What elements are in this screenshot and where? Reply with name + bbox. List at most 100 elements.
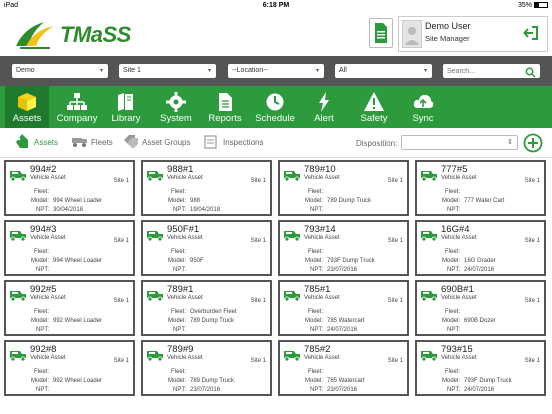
logout-icon [523, 26, 538, 40]
dump-truck-icon [283, 168, 301, 187]
fleet-label: Fleet: [33, 369, 49, 375]
documents-button[interactable] [369, 18, 393, 48]
subtab-assets-label: Assets [34, 138, 59, 147]
asset-npt: 30/04/2018 [53, 207, 84, 213]
logo-swoosh-icon [16, 22, 54, 49]
fleet-label: Fleet: [444, 189, 460, 195]
asset-card[interactable]: 992#8 Vehicle Asset Site 1 Fleet: Model: 992 … [4, 340, 135, 396]
asset-card[interactable]: 789#10 Vehicle Asset Site 1 Fleet: Model: 789… [278, 160, 409, 216]
dump-truck-icon [9, 228, 27, 247]
asset-card[interactable]: 789#1 Vehicle Asset Site 1 Fleet: Overburden… [141, 280, 272, 336]
asset-card[interactable]: 690B#1 Vehicle Asset Site 1 Fleet: Model: 690… [415, 280, 546, 336]
asset-card[interactable]: 793#15 Vehicle Asset Site 1 Fleet: Model: 793… [415, 340, 546, 396]
model-label: Model: [167, 318, 186, 324]
nav-label: Alert [314, 113, 334, 124]
nav-schedule[interactable]: Schedule [251, 86, 299, 128]
add-asset-button[interactable] [523, 133, 543, 158]
search-icon[interactable] [525, 65, 536, 83]
asset-name: 994#3 [30, 224, 57, 235]
asset-card[interactable]: 950F#1 Vehicle Asset Site 1 Fleet: Model: 950… [141, 220, 272, 276]
asset-type: Vehicle Asset [167, 355, 203, 361]
model-label: Model: [167, 378, 186, 384]
nav-label: Assets [12, 113, 42, 124]
site-select[interactable]: Site 1 ▾ [119, 64, 216, 78]
user-profile[interactable]: Demo User Site Manager [398, 16, 548, 52]
asset-card[interactable]: 793#14 Vehicle Asset Site 1 Fleet: Model: 793… [278, 220, 409, 276]
chevron-updown-icon: ⇕ [507, 139, 513, 146]
asset-type: Vehicle Asset [30, 355, 66, 361]
asset-name: 777#5 [441, 164, 468, 175]
subtab-asset-groups[interactable]: Asset Groups [124, 135, 191, 148]
asset-site: Site 1 [524, 298, 540, 304]
asset-npt: 24/07/2016 [327, 327, 358, 333]
org-chart-icon [67, 93, 87, 110]
asset-card[interactable]: 777#5 Vehicle Asset Site 1 Fleet: Model: 777 … [415, 160, 546, 216]
dump-truck-icon [420, 348, 438, 367]
asset-card[interactable]: 994#3 Vehicle Asset Site 1 Fleet: Model: 994 … [4, 220, 135, 276]
model-label: Model: [30, 378, 49, 384]
avatar [402, 20, 422, 48]
asset-model-row: Model: 994 Wheel Loader [31, 258, 102, 264]
fleet-label: Fleet: [307, 249, 323, 255]
inspection-icon [204, 135, 217, 149]
nav-company[interactable]: Company [54, 86, 100, 128]
asset-site: Site 1 [387, 358, 403, 364]
asset-fleet: Overburden Fleet [190, 309, 237, 315]
nav-safety[interactable]: Safety [352, 86, 396, 128]
npt-label: NPT: [172, 387, 186, 393]
asset-card[interactable]: 785#1 Vehicle Asset Site 1 Fleet: Model: 785 … [278, 280, 409, 336]
asset-type: Vehicle Asset [304, 175, 340, 181]
subtab-asset-groups-label: Asset Groups [142, 138, 191, 147]
logout-button[interactable] [523, 25, 539, 46]
asset-model-row: Model: 777 Water Cart [442, 198, 504, 204]
subtab-assets[interactable]: Assets [16, 134, 59, 148]
subtab-inspections[interactable]: Inspections [204, 135, 263, 149]
asset-model-row: Model: 789 Dump Truck [305, 198, 371, 204]
asset-npt-row: NPT: 23/07/2016 [310, 267, 357, 273]
asset-card[interactable]: 789#9 Vehicle Asset Site 1 Fleet: Model: 789 … [141, 340, 272, 396]
report-icon [219, 93, 232, 111]
npt-label: NPT: [446, 327, 460, 333]
fleet-label: Fleet: [33, 189, 49, 195]
asset-card[interactable]: 785#2 Vehicle Asset Site 1 Fleet: Model: 785 … [278, 340, 409, 396]
category-select-value: All [339, 67, 347, 74]
nav-system[interactable]: System [154, 86, 198, 128]
model-label: Model: [30, 318, 49, 324]
asset-card[interactable]: 994#2 Vehicle Asset Site 1 Fleet: Model: 994 … [4, 160, 135, 216]
clock: 6:18 PM [262, 2, 290, 9]
fleet-label: Fleet: [307, 189, 323, 195]
nav-library[interactable]: Library [104, 86, 148, 128]
page-indicator[interactable] [0, 406, 552, 414]
asset-card[interactable]: 992#5 Vehicle Asset Site 1 Fleet: Model: 992 … [4, 280, 135, 336]
app-header: TMaSS Demo User Site Manager [0, 12, 552, 56]
asset-name: 789#10 [304, 164, 336, 175]
asset-card[interactable]: 988#1 Vehicle Asset Site 1 Fleet: Model: 988 N… [141, 160, 272, 216]
asset-model: 994 Wheel Loader [53, 198, 103, 204]
asset-site: Site 1 [524, 178, 540, 184]
location-select[interactable]: --Location-- ▾ [228, 64, 324, 78]
subtab-fleets[interactable]: Fleets [72, 138, 113, 147]
asset-card[interactable]: 16G#4 Vehicle Asset Site 1 Fleet: Model: 16G … [415, 220, 546, 276]
disposition-select[interactable]: ⇕ [401, 135, 518, 150]
asset-fleet-row: Fleet: Overburden Fleet [171, 309, 237, 315]
location-select-value: --Location-- [232, 67, 268, 74]
category-select[interactable]: All ▾ [335, 64, 432, 78]
nav-reports[interactable]: Reports [203, 86, 247, 128]
dump-truck-icon [420, 288, 438, 307]
fleet-label: Fleet: [170, 249, 186, 255]
nav-sync[interactable]: Sync [402, 86, 444, 128]
asset-model-row: Model: 793F Dump Truck [305, 258, 375, 264]
model-label: Model: [441, 258, 460, 264]
asset-model-row: Model: 789 Dump Truck [168, 378, 234, 384]
nav-alert[interactable]: Alert [303, 86, 345, 128]
company-select[interactable]: Demo ▾ [12, 64, 108, 78]
model-label: Model: [30, 198, 49, 204]
tmass-logo: TMaSS [14, 18, 131, 50]
fleet-trucks-icon [72, 138, 87, 147]
nav-label: Sync [412, 113, 434, 124]
battery-status: 35% [518, 2, 548, 9]
nav-assets[interactable]: Assets [5, 86, 49, 128]
asset-type: Vehicle Asset [30, 295, 66, 301]
model-label: Model: [441, 318, 460, 324]
nav-label: Schedule [255, 113, 295, 124]
